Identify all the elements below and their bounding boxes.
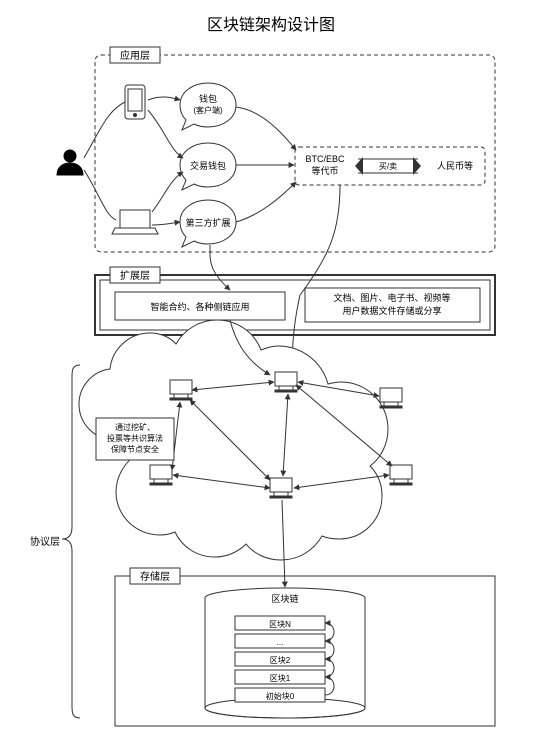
trade-wallet-label: 交易钱包 (190, 160, 226, 171)
block-1: 区块1 (270, 673, 291, 683)
token-label2: 等代币 (311, 165, 338, 176)
edge-phone-trade (148, 110, 183, 158)
trade-wallet-bubble: 交易钱包 (180, 143, 236, 190)
consensus-l2: 投票等共识算法 (107, 433, 163, 443)
pc-node-3 (380, 388, 402, 408)
edge-laptop-third (152, 222, 180, 225)
protocol-brace (62, 365, 80, 718)
pc-node-6 (390, 465, 412, 485)
consensus-l1: 通过挖矿、 (115, 422, 155, 432)
ext-left-label: 智能合约、各种侧链应用 (150, 301, 249, 312)
phone-icon (125, 85, 145, 119)
app-layer-label: 应用层 (120, 49, 150, 62)
protocol-label: 协议层 (30, 535, 60, 548)
edge-laptop-trade (152, 172, 183, 212)
laptop-icon (112, 210, 158, 234)
third-ext-bubble: 第三方扩展 (180, 200, 236, 247)
ext-right-label2: 用户数据文件存储或分享 (342, 305, 441, 316)
buy-sell-label: 买/卖 (379, 162, 397, 171)
storage-layer-label: 存储层 (140, 570, 170, 583)
diagram-title: 区块链架构设计图 (207, 16, 335, 34)
network-layer: 网络层 通过挖矿、 投票等共识算法 保障节点安全 (79, 320, 412, 560)
application-layer: 应用层 钱包 (客户端) 交易钱包 (57, 47, 495, 252)
edge-wallet-exchange (236, 107, 296, 150)
ext-right-label1: 文档、图片、电子书、视频等 (333, 292, 450, 303)
app-layer-box (95, 55, 495, 252)
storage-layer: 存储层 区块链 区块N ... 区块2 区块1 初始块0 (115, 568, 495, 726)
ext-layer-label: 扩展层 (120, 269, 150, 282)
block-0: 初始块0 (266, 691, 295, 701)
edge-user-laptop (84, 170, 116, 220)
wallet-bubble: 钱包 (客户端) (180, 83, 236, 130)
edge-third-exchange (236, 182, 296, 222)
wallet-label: 钱包 (199, 93, 217, 104)
token-label: BTC/EBC (305, 154, 345, 164)
consensus-l3: 保障节点安全 (111, 444, 159, 454)
block-2: 区块2 (270, 655, 291, 665)
chain-title: 区块链 (271, 593, 298, 604)
block-n: 区块N (269, 619, 291, 629)
edge-phone-wallet (148, 97, 180, 100)
edge-app-to-ext-1 (210, 245, 230, 290)
edge-user-phone (84, 102, 125, 158)
third-ext-label: 第三方扩展 (185, 217, 230, 228)
block-dots: ... (277, 638, 284, 647)
user-icon (57, 150, 83, 175)
wallet-sublabel: (客户端) (193, 105, 223, 115)
rmb-label: 人民币等 (437, 160, 473, 171)
